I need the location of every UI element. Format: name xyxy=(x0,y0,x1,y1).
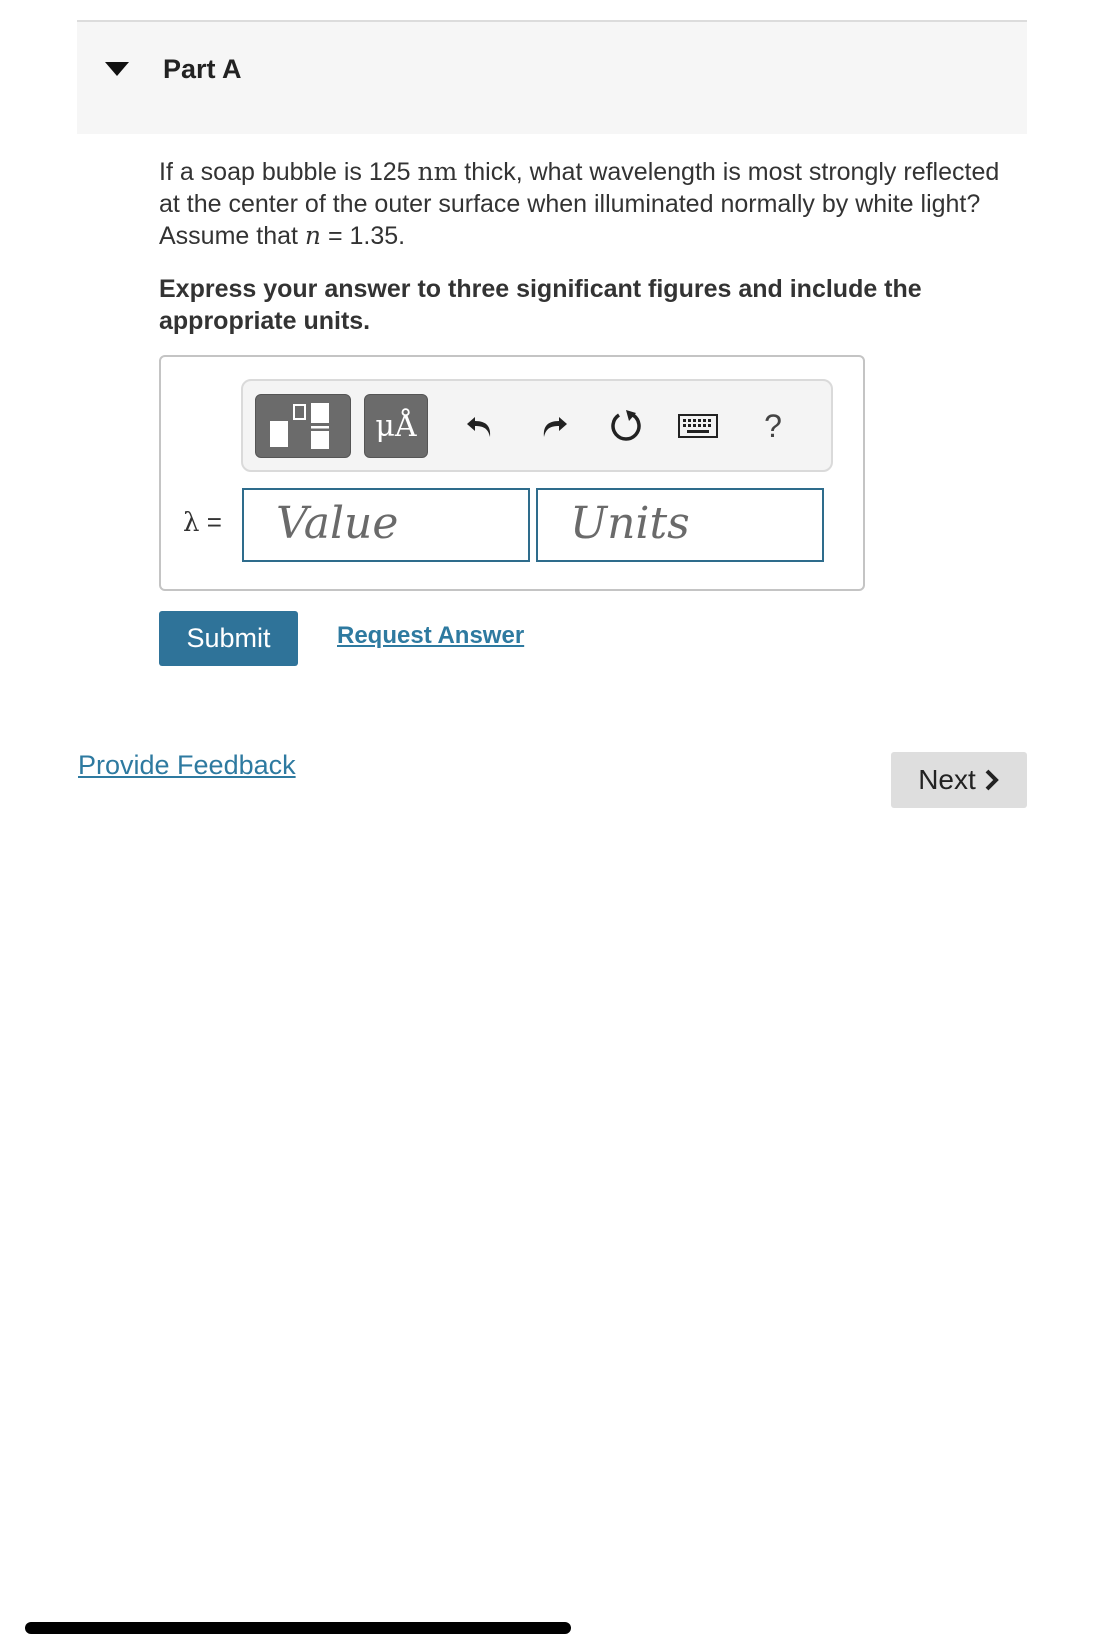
instruction-text: Express your answer to three significant… xyxy=(159,275,922,335)
templates-button[interactable] xyxy=(255,394,351,458)
help-icon[interactable]: ? xyxy=(750,403,796,449)
templates-icon xyxy=(270,403,329,449)
value-input[interactable]: Value xyxy=(242,488,530,562)
answer-label-symbol: λ xyxy=(183,508,200,538)
submit-button[interactable]: Submit xyxy=(159,611,298,666)
question-unit: nm xyxy=(417,157,458,186)
units-input[interactable]: Units xyxy=(536,488,824,562)
question-text-before: If a soap bubble is 125 xyxy=(159,158,418,186)
reset-icon[interactable] xyxy=(603,403,649,449)
home-indicator xyxy=(25,1622,571,1634)
chevron-right-icon xyxy=(985,769,999,791)
redo-icon[interactable] xyxy=(531,403,577,449)
part-title: Part A xyxy=(163,54,242,84)
math-toolbar: μÅ ? xyxy=(241,379,833,472)
undo-icon[interactable] xyxy=(457,403,503,449)
question-text: If a soap bubble is 125 nm thick, what w… xyxy=(159,156,1019,252)
answer-label: λ = xyxy=(183,507,222,538)
question-variable: n xyxy=(304,221,322,250)
next-button-label: Next xyxy=(918,764,976,795)
request-answer-link[interactable]: Request Answer xyxy=(337,622,524,650)
answer-box: μÅ ? λ = Value Units xyxy=(159,355,865,591)
next-button[interactable]: Next xyxy=(891,752,1027,808)
keyboard-icon[interactable] xyxy=(675,403,721,449)
question-text-after: = 1.35. xyxy=(321,222,406,250)
part-header[interactable]: Part A xyxy=(77,20,1027,134)
provide-feedback-link[interactable]: Provide Feedback xyxy=(78,750,296,781)
units-button[interactable]: μÅ xyxy=(364,394,428,458)
answer-label-equals: = xyxy=(199,507,222,537)
caret-down-icon[interactable] xyxy=(105,62,129,76)
